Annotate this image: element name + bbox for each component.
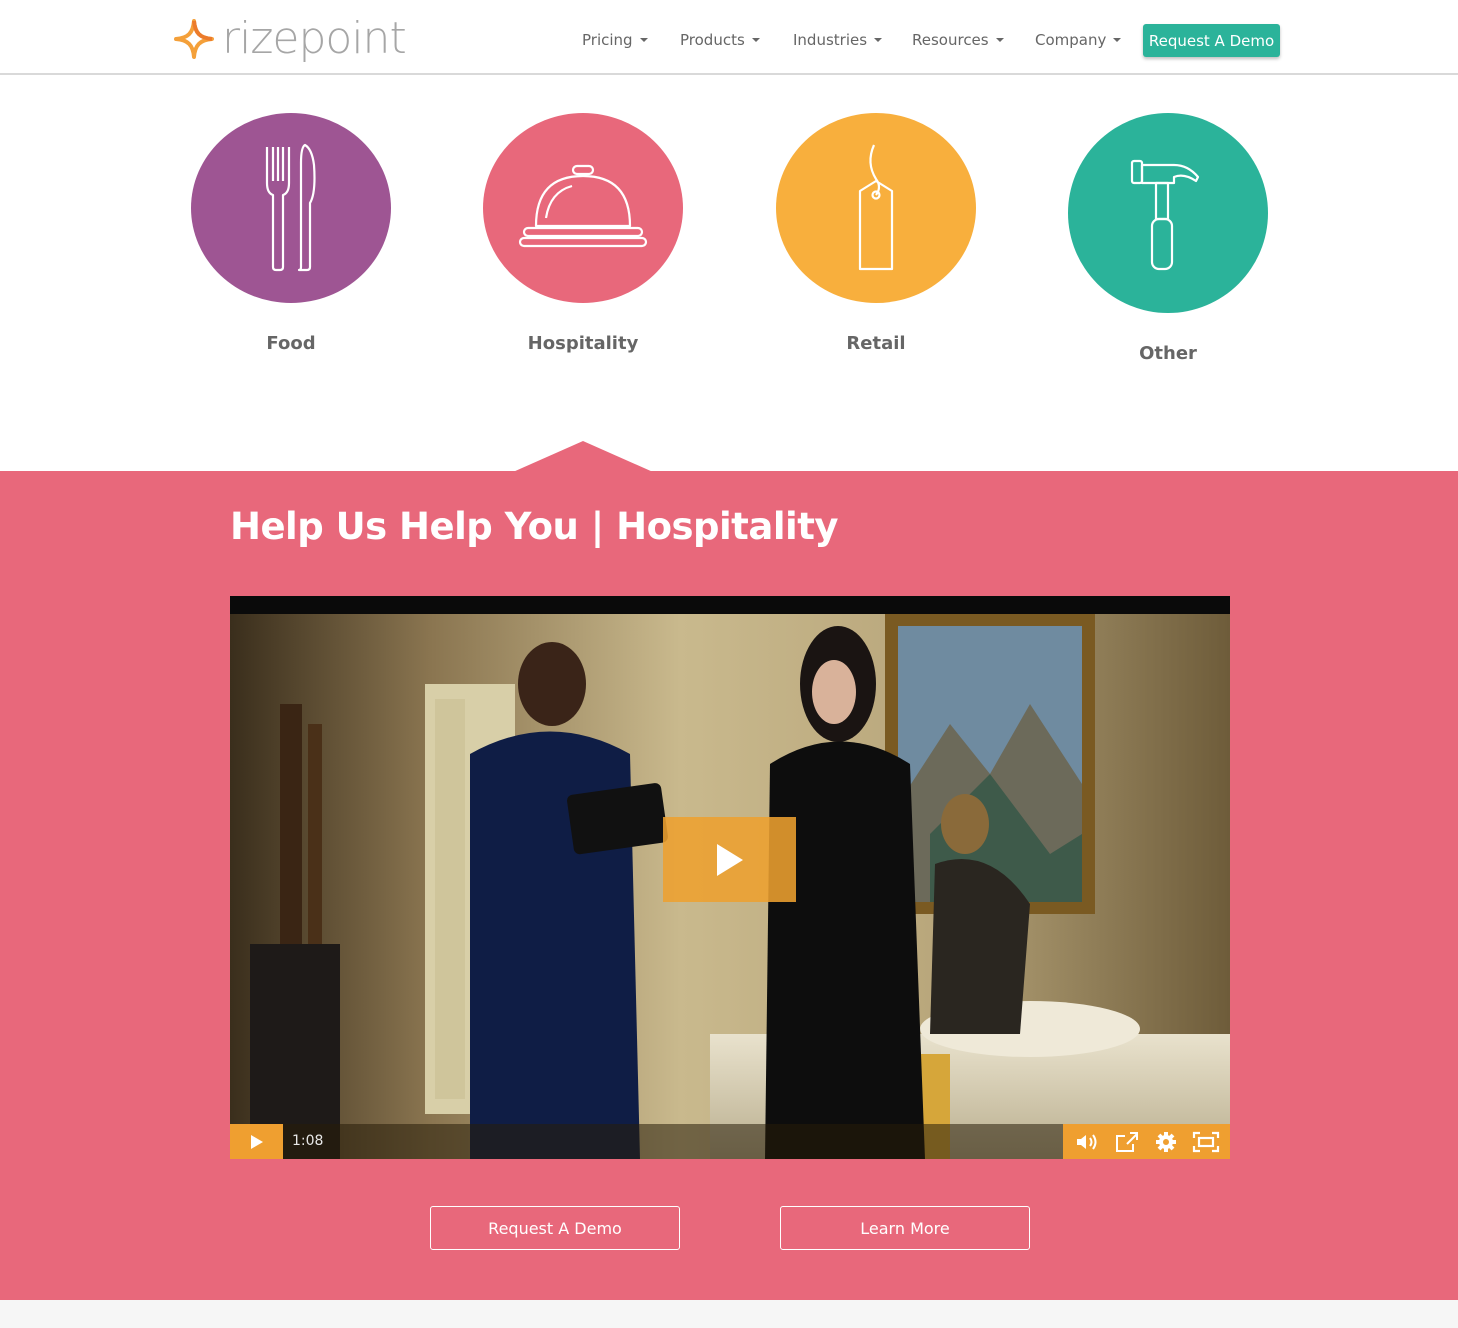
nav-products[interactable]: Products (680, 31, 760, 49)
fork-knife-icon (265, 143, 316, 272)
hammer-icon (1130, 159, 1200, 271)
hospitality-circle (483, 113, 683, 303)
industry-retail-label: Retail (846, 333, 906, 354)
retail-circle (776, 113, 976, 303)
request-demo-button[interactable]: Request A Demo (430, 1206, 680, 1250)
nav-products-label: Products (680, 31, 745, 49)
caret-down-icon (1113, 38, 1122, 42)
logo-wordmark: rizepoint (222, 13, 407, 64)
price-tag-icon (858, 144, 894, 271)
video-letterbox (230, 596, 1230, 614)
nav-industries[interactable]: Industries (793, 31, 883, 49)
other-circle (1068, 113, 1268, 313)
site-header: rizepoint Pricing Products Industries Re… (0, 0, 1458, 75)
share-icon[interactable] (1113, 1128, 1141, 1156)
settings-icon[interactable] (1152, 1128, 1180, 1156)
caret-down-icon (874, 38, 883, 42)
video-duration: 1:08 (292, 1133, 324, 1149)
nav-resources[interactable]: Resources (912, 31, 1004, 49)
industry-food-label: Food (266, 333, 316, 354)
industry-retail[interactable]: Retail (776, 113, 976, 354)
video-progress-bar[interactable] (283, 1124, 1063, 1159)
video-controls: 1:08 (230, 1124, 1230, 1159)
caret-down-icon (639, 38, 648, 42)
rizepoint-star-icon (174, 19, 214, 59)
play-video-button[interactable] (663, 817, 796, 902)
control-play-button[interactable] (230, 1124, 283, 1159)
industry-food[interactable]: Food (191, 113, 391, 354)
request-demo-nav-button[interactable]: Request A Demo (1143, 24, 1280, 57)
section-title: Help Us Help You | Hospitality (230, 505, 839, 548)
nav-company[interactable]: Company (1035, 31, 1122, 49)
nav-resources-label: Resources (912, 31, 989, 49)
section-pointer (513, 441, 653, 472)
caret-down-icon (995, 38, 1004, 42)
learn-more-button[interactable]: Learn More (780, 1206, 1030, 1250)
video-player[interactable]: 1:08 (230, 596, 1230, 1159)
nav-company-label: Company (1035, 31, 1107, 49)
service-bell-icon (518, 164, 648, 248)
industry-other-label: Other (1139, 343, 1197, 364)
industry-hospitality[interactable]: Hospitality (483, 113, 683, 354)
nav-industries-label: Industries (793, 31, 868, 49)
industry-hospitality-label: Hospitality (527, 333, 639, 354)
control-icons (1063, 1124, 1230, 1159)
rizepoint-logo[interactable]: rizepoint (172, 13, 407, 64)
fullscreen-icon[interactable] (1192, 1128, 1220, 1156)
volume-icon[interactable] (1073, 1128, 1101, 1156)
industry-other[interactable]: Other (1068, 113, 1268, 364)
nav-pricing[interactable]: Pricing (582, 31, 648, 49)
nav-pricing-label: Pricing (582, 31, 633, 49)
play-icon (716, 843, 743, 876)
footer-strip (0, 1300, 1458, 1328)
caret-down-icon (751, 38, 760, 42)
food-circle (191, 113, 391, 303)
play-icon (250, 1134, 263, 1149)
